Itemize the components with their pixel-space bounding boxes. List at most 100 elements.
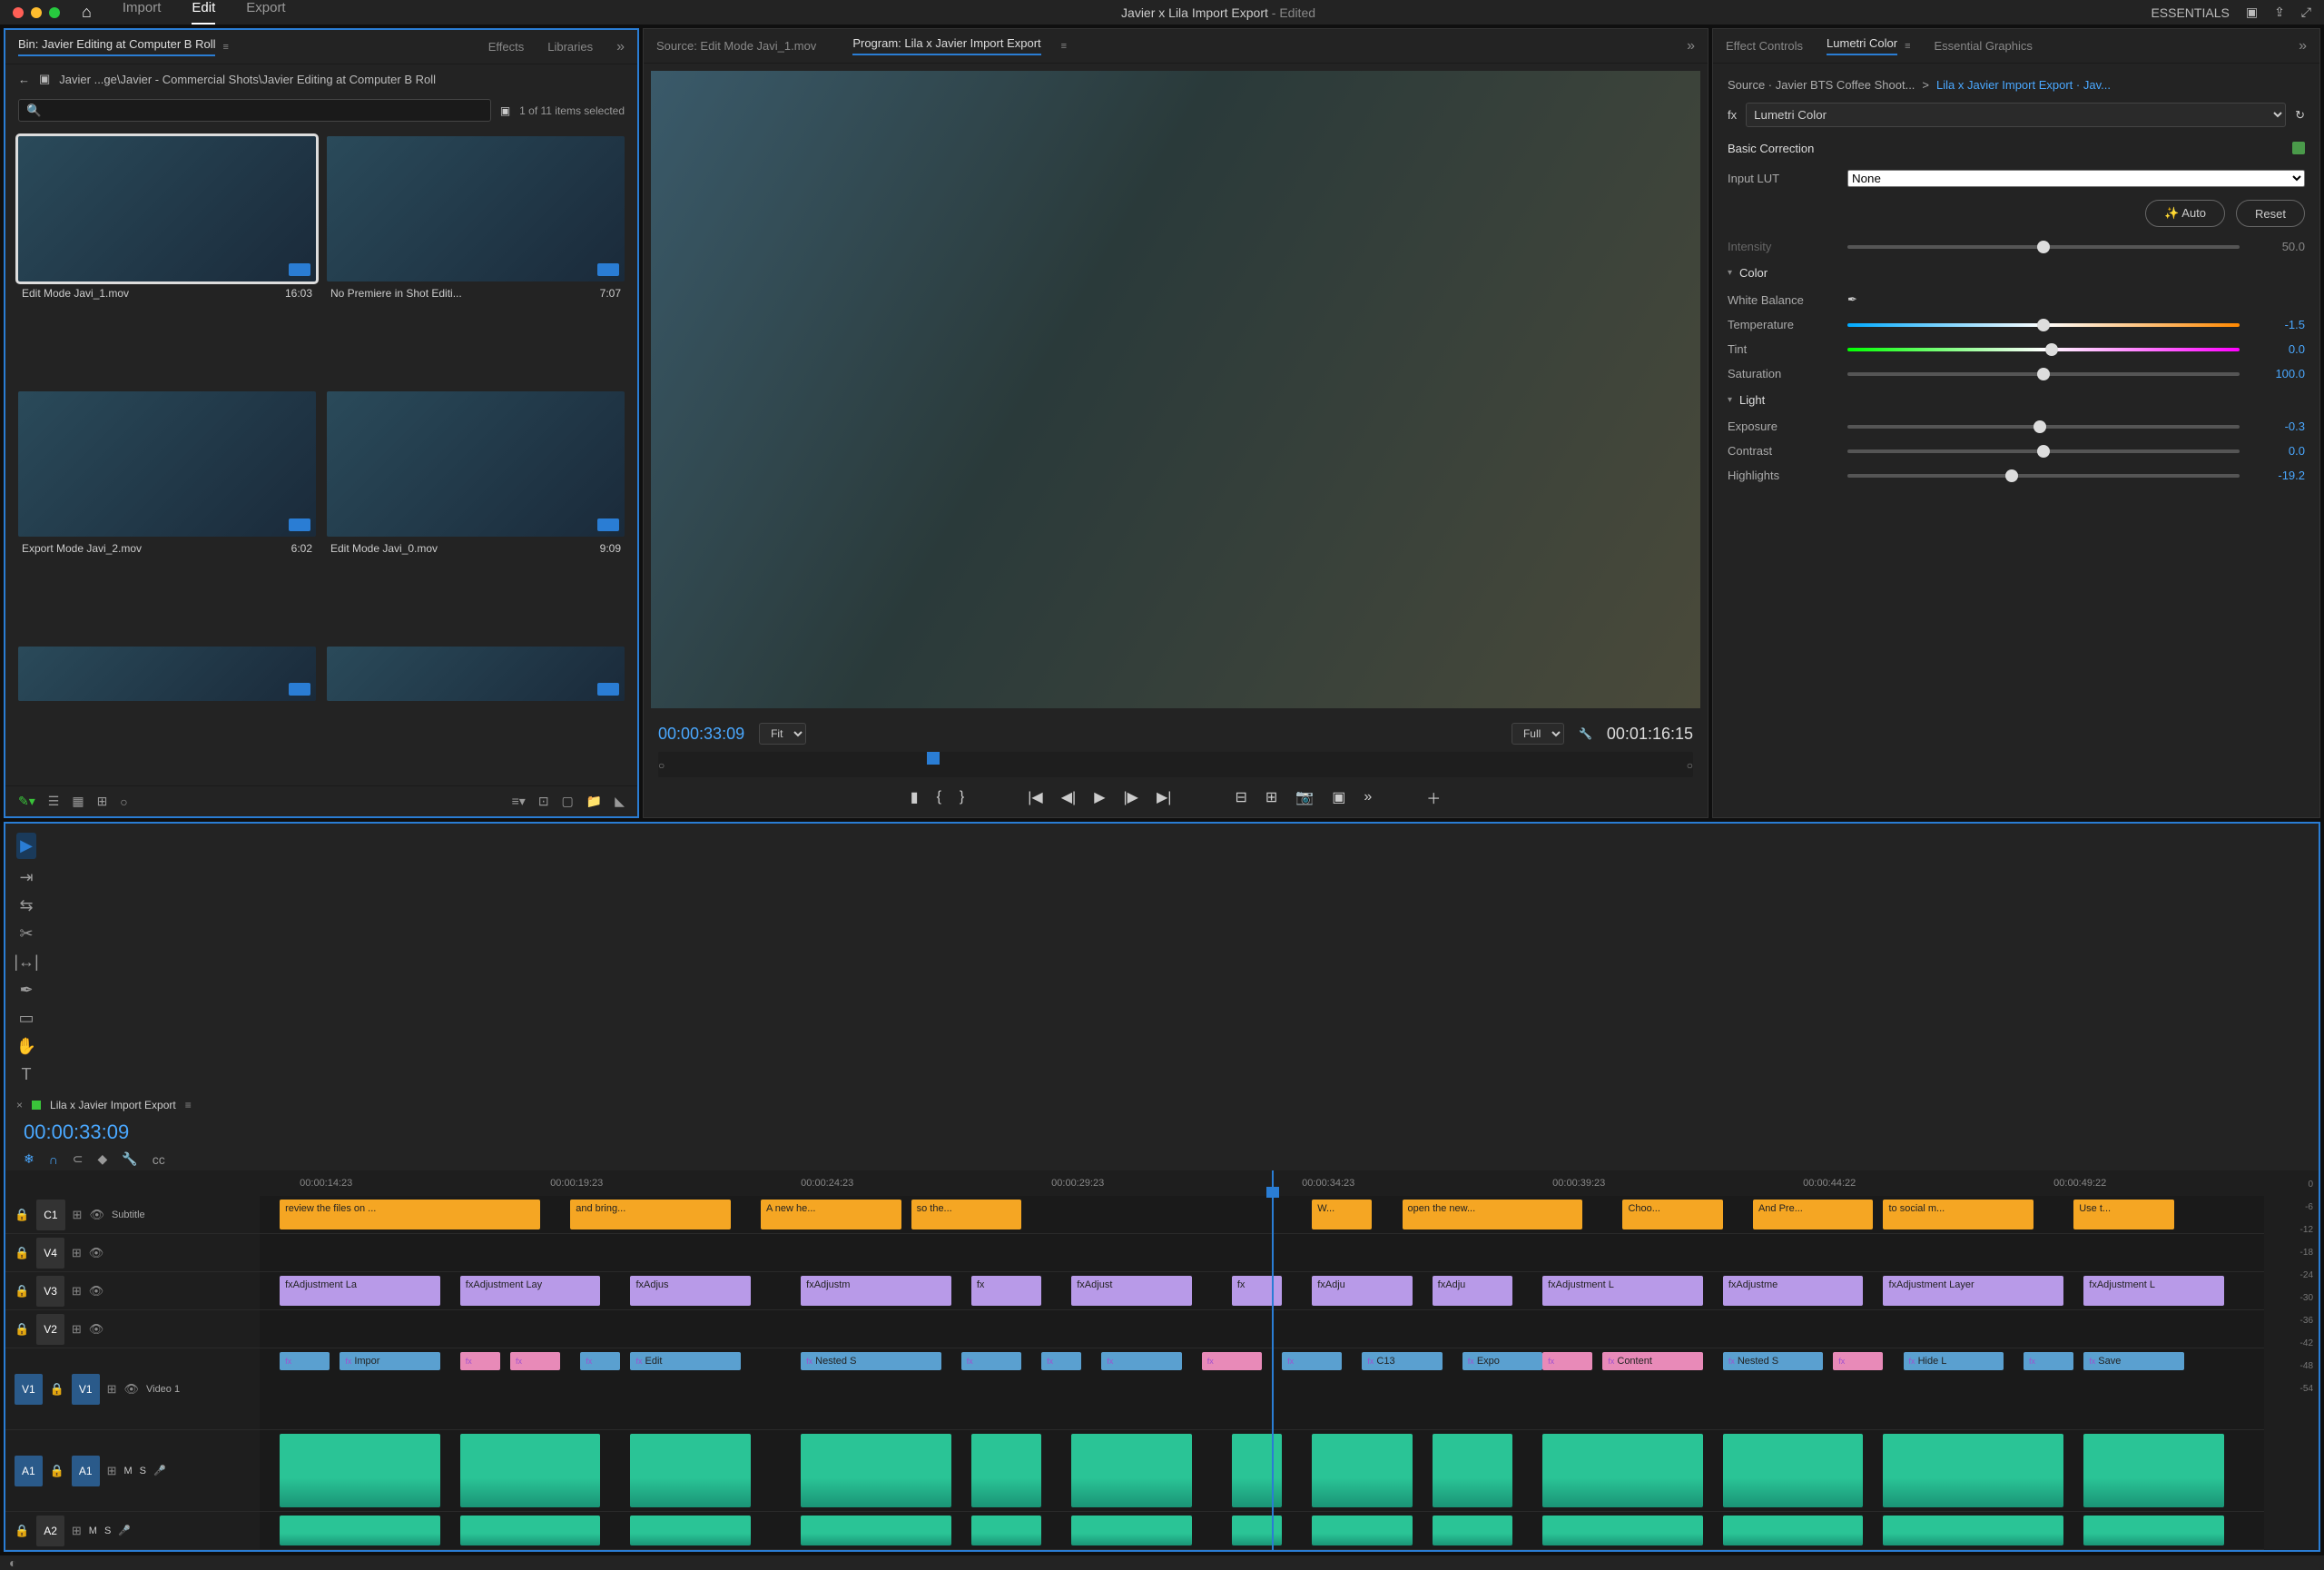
eyedropper-icon[interactable]: ✒ (1847, 292, 1857, 307)
clip-thumbnail[interactable]: Edit Mode Javi_0.mov9:09 (327, 391, 625, 636)
timeline-clip[interactable]: fx (1833, 1352, 1883, 1370)
audio-clip[interactable] (801, 1434, 951, 1507)
hand-tool-icon[interactable]: ✋ (16, 1037, 36, 1056)
ripple-edit-icon[interactable]: ⇆ (19, 896, 33, 915)
find-icon[interactable]: ⊡ (538, 794, 549, 809)
timeline-clip[interactable]: fxAdjustment Lay (460, 1276, 601, 1306)
param-value[interactable]: -0.3 (2250, 420, 2305, 433)
rect-tool-icon[interactable]: ▭ (18, 1009, 34, 1028)
nav-import[interactable]: Import (123, 0, 162, 25)
zoom-right-select[interactable]: Full (1512, 723, 1564, 745)
timeline-clip[interactable]: fxAdju (1433, 1276, 1512, 1306)
param-slider[interactable] (1847, 323, 2240, 327)
timeline-clip[interactable]: fx (580, 1352, 620, 1370)
audio-clip[interactable] (460, 1434, 601, 1507)
essential-graphics-tab[interactable]: Essential Graphics (1934, 39, 2032, 53)
clip-thumbnail[interactable] (327, 647, 625, 776)
sort-icon[interactable]: ○ (120, 795, 127, 809)
lock-icon[interactable]: 🔒 (15, 1322, 29, 1337)
timeline-clip[interactable]: fxAdju (1312, 1276, 1412, 1306)
share-icon[interactable]: ⇪ (2274, 5, 2285, 20)
solo-icon[interactable]: S (140, 1466, 146, 1476)
mute-icon[interactable]: M (89, 1526, 97, 1536)
settings-icon[interactable]: 🔧 (1579, 727, 1592, 740)
audio-clip[interactable] (630, 1516, 750, 1545)
eye-icon[interactable]: 👁 (89, 1246, 104, 1260)
track-target[interactable]: V1 (72, 1374, 100, 1405)
expand-icon[interactable]: » (1687, 38, 1695, 54)
basic-correction-label[interactable]: Basic Correction (1728, 142, 1814, 155)
timeline-clip[interactable]: fxAdjust (1071, 1276, 1191, 1306)
audio-clip[interactable] (1883, 1516, 2063, 1545)
eye-icon[interactable]: 👁 (89, 1208, 104, 1222)
timeline-clip[interactable]: fxAdjustme (1723, 1276, 1864, 1306)
timecode-in[interactable]: 00:00:33:09 (658, 725, 744, 744)
audio-clip[interactable] (460, 1516, 601, 1545)
audio-clip[interactable] (280, 1434, 440, 1507)
track-target[interactable]: V4 (36, 1238, 64, 1269)
lock-icon[interactable]: 🔒 (15, 1524, 29, 1538)
timeline-clip[interactable]: fx (280, 1352, 330, 1370)
timeline-playhead[interactable] (1272, 1170, 1274, 1550)
sequence-name[interactable]: Lila x Javier Import Export (50, 1099, 176, 1111)
timeline-clip[interactable]: fxHide L (1904, 1352, 2004, 1370)
mark-out-icon[interactable]: } (960, 789, 964, 805)
add-button-icon[interactable]: ＋ (1426, 786, 1441, 808)
reset-effect-icon[interactable]: ↻ (2295, 108, 2305, 123)
track-header[interactable]: 🔒V4⊞👁 (5, 1234, 260, 1272)
source-tab[interactable]: Source: Edit Mode Javi_1.mov (656, 39, 816, 53)
cc-icon[interactable]: ◐ (9, 1555, 16, 1570)
step-back-icon[interactable]: ◀| (1061, 788, 1076, 806)
timeline-clip[interactable]: fx (460, 1352, 500, 1370)
trash-icon[interactable]: ◣ (615, 794, 625, 809)
search-input[interactable] (18, 99, 491, 122)
param-slider[interactable] (1847, 474, 2240, 478)
timeline-clip[interactable]: fx (510, 1352, 560, 1370)
timeline-clip[interactable]: fxAdjustment L (2083, 1276, 2224, 1306)
audio-clip[interactable] (801, 1516, 951, 1545)
video-preview[interactable] (651, 71, 1700, 708)
workspace-label[interactable]: ESSENTIALS (2151, 5, 2229, 20)
timeline-clip[interactable]: And Pre... (1753, 1200, 1873, 1229)
track-target[interactable]: C1 (36, 1200, 64, 1230)
audio-clip[interactable] (1312, 1434, 1412, 1507)
timeline-clip[interactable]: Use t... (2073, 1200, 2173, 1229)
goto-in-icon[interactable]: |◀ (1028, 788, 1042, 806)
sync-lock-icon[interactable]: ⊞ (73, 1208, 83, 1222)
timeline-clip[interactable]: fxImpor (340, 1352, 439, 1370)
timeline-clip[interactable]: W... (1312, 1200, 1372, 1229)
timeline-clip[interactable]: fxContent (1602, 1352, 1702, 1370)
audio-clip[interactable] (1542, 1516, 1703, 1545)
freeform-icon[interactable]: ⊞ (97, 794, 108, 809)
timeline-clip[interactable]: Choo... (1622, 1200, 1722, 1229)
clip-thumbnail[interactable]: Edit Mode Javi_1.mov16:03 (18, 136, 316, 380)
icon-view-icon[interactable]: ▦ (72, 794, 84, 809)
add-marker-icon[interactable]: ▮ (911, 788, 919, 806)
clip-thumbnail[interactable]: No Premiere in Shot Editi...7:07 (327, 136, 625, 380)
lift-icon[interactable]: ⊟ (1235, 788, 1246, 806)
timeline-clip[interactable]: fxEdit (630, 1352, 740, 1370)
timeline-clip[interactable]: fx (1282, 1352, 1342, 1370)
solo-icon[interactable]: S (104, 1526, 111, 1536)
mark-in-icon[interactable]: { (937, 789, 941, 805)
mic-icon[interactable]: 🎤 (153, 1465, 166, 1476)
eye-icon[interactable]: 👁 (89, 1284, 104, 1298)
lock-icon[interactable]: 🔒 (50, 1464, 64, 1478)
pen-tool-icon[interactable]: ✒ (19, 981, 33, 1000)
effects-tab[interactable]: Effects (488, 40, 525, 54)
light-section[interactable]: Light (1728, 386, 2305, 414)
nav-export[interactable]: Export (246, 0, 285, 25)
param-value[interactable]: 100.0 (2250, 367, 2305, 380)
track-target[interactable]: A2 (36, 1516, 64, 1546)
timeline-clip[interactable]: fx (1232, 1276, 1282, 1306)
source-patch[interactable]: V1 (15, 1374, 43, 1405)
lock-icon[interactable]: 🔒 (50, 1382, 64, 1397)
timeline-clip[interactable]: fxNested S (801, 1352, 941, 1370)
track-header[interactable]: 🔒C1⊞👁Subtitle (5, 1196, 260, 1234)
timeline-clip[interactable]: open the new... (1403, 1200, 1583, 1229)
settings-icon[interactable]: 🔧 (122, 1151, 137, 1167)
intensity-slider[interactable] (1847, 245, 2240, 249)
list-view-icon[interactable]: ☰ (48, 794, 60, 809)
timeline-clip[interactable]: fxAdjustment L (1542, 1276, 1703, 1306)
timeline-clip[interactable]: fxC13 (1362, 1352, 1442, 1370)
